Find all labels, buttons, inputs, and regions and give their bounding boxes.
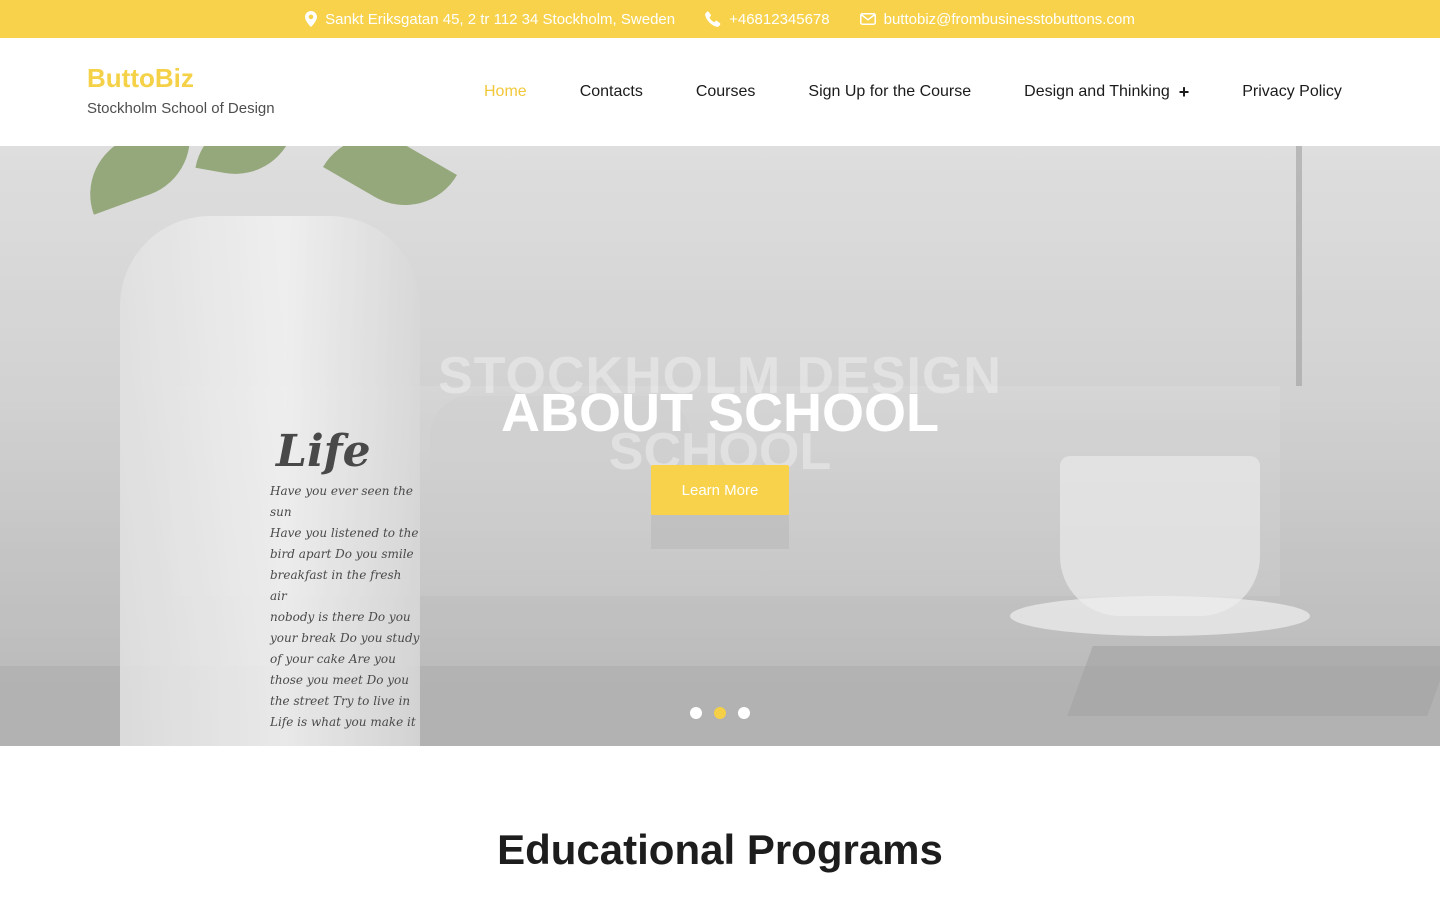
top-info-bar: Sankt Eriksgatan 45, 2 tr 112 34 Stockho… bbox=[0, 0, 1440, 38]
map-pin-icon bbox=[305, 11, 318, 27]
phone-icon bbox=[705, 11, 721, 27]
plus-icon[interactable]: + bbox=[1179, 83, 1190, 101]
address-item: Sankt Eriksgatan 45, 2 tr 112 34 Stockho… bbox=[305, 11, 675, 28]
nav-item-contacts[interactable]: Contacts bbox=[580, 83, 643, 101]
site-logo[interactable]: ButtoBiz bbox=[87, 62, 275, 94]
cta-ghost-button bbox=[651, 515, 789, 549]
nav-item-sign-up[interactable]: Sign Up for the Course bbox=[808, 83, 971, 101]
brand[interactable]: ButtoBiz Stockholm School of Design bbox=[87, 62, 275, 117]
slider-dots bbox=[0, 707, 1440, 719]
hero-slider: Life Have you ever seen the sun Have you… bbox=[0, 146, 1440, 746]
section-title: Educational Programs bbox=[497, 826, 943, 873]
nav-item-privacy-policy[interactable]: Privacy Policy bbox=[1242, 83, 1342, 101]
phone-text: +46812345678 bbox=[729, 10, 830, 28]
nav-item-design-and-thinking[interactable]: Design and Thinking + bbox=[1024, 83, 1189, 101]
email-item[interactable]: buttobiz@frombusinesstobuttons.com bbox=[859, 10, 1135, 28]
address-text: Sankt Eriksgatan 45, 2 tr 112 34 Stockho… bbox=[325, 10, 676, 28]
nav-item-home[interactable]: Home bbox=[484, 83, 527, 101]
nav-item-design-and-thinking-label: Design and Thinking bbox=[1024, 83, 1170, 100]
hero-title: ABOUT SCHOOL bbox=[501, 383, 939, 443]
site-tagline: Stockholm School of Design bbox=[87, 100, 275, 117]
slider-dot-1[interactable] bbox=[690, 707, 702, 719]
nav-item-courses[interactable]: Courses bbox=[696, 83, 756, 101]
envelope-icon bbox=[859, 13, 876, 25]
slider-dot-3[interactable] bbox=[738, 707, 750, 719]
site-header: ButtoBiz Stockholm School of Design Home… bbox=[0, 38, 1440, 146]
learn-more-button[interactable]: Learn More bbox=[651, 465, 789, 515]
main-nav: Home Contacts Courses Sign Up for the Co… bbox=[484, 38, 1342, 146]
slider-dot-2[interactable] bbox=[714, 707, 726, 719]
email-text: buttobiz@frombusinesstobuttons.com bbox=[883, 10, 1135, 28]
phone-item[interactable]: +46812345678 bbox=[705, 11, 830, 28]
